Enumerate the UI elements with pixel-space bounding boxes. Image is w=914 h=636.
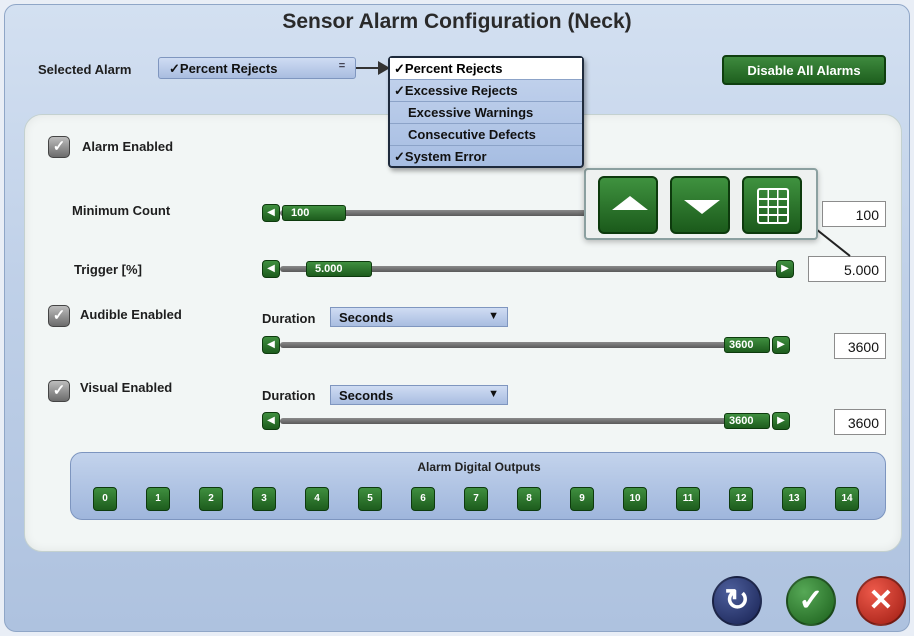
- dropdown-item-percent-rejects[interactable]: ✓Percent Rejects: [390, 58, 582, 80]
- keypad-icon: [757, 188, 789, 224]
- arrow-down-icon: [684, 200, 720, 214]
- alarm-dropdown-list: ✓Percent Rejects ✓Excessive Rejects Exce…: [388, 56, 584, 168]
- minimum-count-label: Minimum Count: [72, 203, 171, 218]
- checkmark-icon: ✓: [798, 584, 824, 617]
- visual-duration-decrement-icon[interactable]: ◀: [262, 412, 280, 430]
- output-button-6[interactable]: 6: [411, 487, 435, 511]
- visual-duration-slider-track[interactable]: [280, 418, 764, 424]
- dropdown-item-excessive-rejects[interactable]: ✓Excessive Rejects: [390, 80, 582, 102]
- audible-duration-unit: Seconds: [339, 310, 394, 325]
- close-icon: ✕: [868, 584, 894, 617]
- audible-enabled-label: Audible Enabled: [80, 307, 182, 322]
- audible-enabled-checkbox[interactable]: ✓: [48, 305, 70, 327]
- output-button-1[interactable]: 1: [146, 487, 170, 511]
- page-title: Sensor Alarm Configuration (Neck): [282, 10, 632, 33]
- chevron-down-icon: ▼: [488, 388, 499, 400]
- audible-duration-increment-icon[interactable]: ▶: [772, 336, 790, 354]
- dropdown-arrow-icon[interactable]: =: [333, 60, 351, 76]
- output-button-0[interactable]: 0: [93, 487, 117, 511]
- visual-enabled-label: Visual Enabled: [80, 380, 173, 395]
- alarm-digital-outputs-title: Alarm Digital Outputs: [417, 460, 541, 474]
- output-button-5[interactable]: 5: [358, 487, 382, 511]
- output-button-14[interactable]: 14: [835, 487, 859, 511]
- keypad-button[interactable]: [742, 176, 802, 234]
- output-button-2[interactable]: 2: [199, 487, 223, 511]
- audible-duration-label: Duration: [262, 311, 316, 326]
- visual-duration-select[interactable]: Seconds ▼: [330, 385, 508, 405]
- arrow-up-icon: [612, 196, 648, 210]
- audible-duration-slider-track[interactable]: [280, 342, 764, 348]
- increment-button[interactable]: [598, 176, 658, 234]
- alarm-digital-outputs-group: Alarm Digital Outputs 0 1 2 3 4 5 6 7 8 …: [70, 452, 886, 520]
- minimum-count-slider-thumb[interactable]: 100: [282, 205, 346, 221]
- alarm-enabled-label: Alarm Enabled: [82, 139, 174, 154]
- disable-all-alarms-button[interactable]: Disable All Alarms: [722, 55, 886, 85]
- selected-alarm-value: ✓Percent Rejects: [169, 61, 278, 76]
- audible-duration-select[interactable]: Seconds ▼: [330, 307, 508, 327]
- visual-duration-label: Duration: [262, 388, 316, 403]
- visual-duration-increment-icon[interactable]: ▶: [772, 412, 790, 430]
- dropdown-item-system-error[interactable]: ✓System Error: [390, 146, 582, 168]
- trigger-slider-thumb[interactable]: 5.000: [306, 261, 372, 277]
- output-button-4[interactable]: 4: [305, 487, 329, 511]
- output-button-10[interactable]: 10: [623, 487, 647, 511]
- output-button-3[interactable]: 3: [252, 487, 276, 511]
- visual-enabled-checkbox[interactable]: ✓: [48, 380, 70, 402]
- output-button-8[interactable]: 8: [517, 487, 541, 511]
- visual-duration-slider-thumb[interactable]: 3600: [724, 413, 770, 429]
- reset-icon: ↻: [724, 584, 750, 617]
- output-button-12[interactable]: 12: [729, 487, 753, 511]
- value-entry-popup: [584, 168, 818, 240]
- reset-button[interactable]: ↻: [712, 576, 762, 626]
- visual-duration-unit: Seconds: [339, 388, 394, 403]
- output-button-9[interactable]: 9: [570, 487, 594, 511]
- output-button-11[interactable]: 11: [676, 487, 700, 511]
- output-button-7[interactable]: 7: [464, 487, 488, 511]
- trigger-label: Trigger [%]: [74, 262, 142, 277]
- chevron-down-icon: ▼: [488, 310, 499, 322]
- minimum-count-decrement-icon[interactable]: ◀: [262, 204, 280, 222]
- decrement-button[interactable]: [670, 176, 730, 234]
- output-button-13[interactable]: 13: [782, 487, 806, 511]
- selected-alarm-label: Selected Alarm: [38, 62, 132, 77]
- audible-duration-decrement-icon[interactable]: ◀: [262, 336, 280, 354]
- dropdown-item-excessive-warnings[interactable]: Excessive Warnings: [390, 102, 582, 124]
- selected-alarm-select[interactable]: ✓Percent Rejects =: [158, 57, 356, 79]
- visual-duration-value[interactable]: 3600: [834, 409, 886, 435]
- alarm-enabled-checkbox[interactable]: ✓: [48, 136, 70, 158]
- audible-duration-slider-thumb[interactable]: 3600: [724, 337, 770, 353]
- dropdown-item-consecutive-defects[interactable]: Consecutive Defects: [390, 124, 582, 146]
- trigger-decrement-icon[interactable]: ◀: [262, 260, 280, 278]
- cancel-button[interactable]: ✕: [856, 576, 906, 626]
- audible-duration-value[interactable]: 3600: [834, 333, 886, 359]
- ok-button[interactable]: ✓: [786, 576, 836, 626]
